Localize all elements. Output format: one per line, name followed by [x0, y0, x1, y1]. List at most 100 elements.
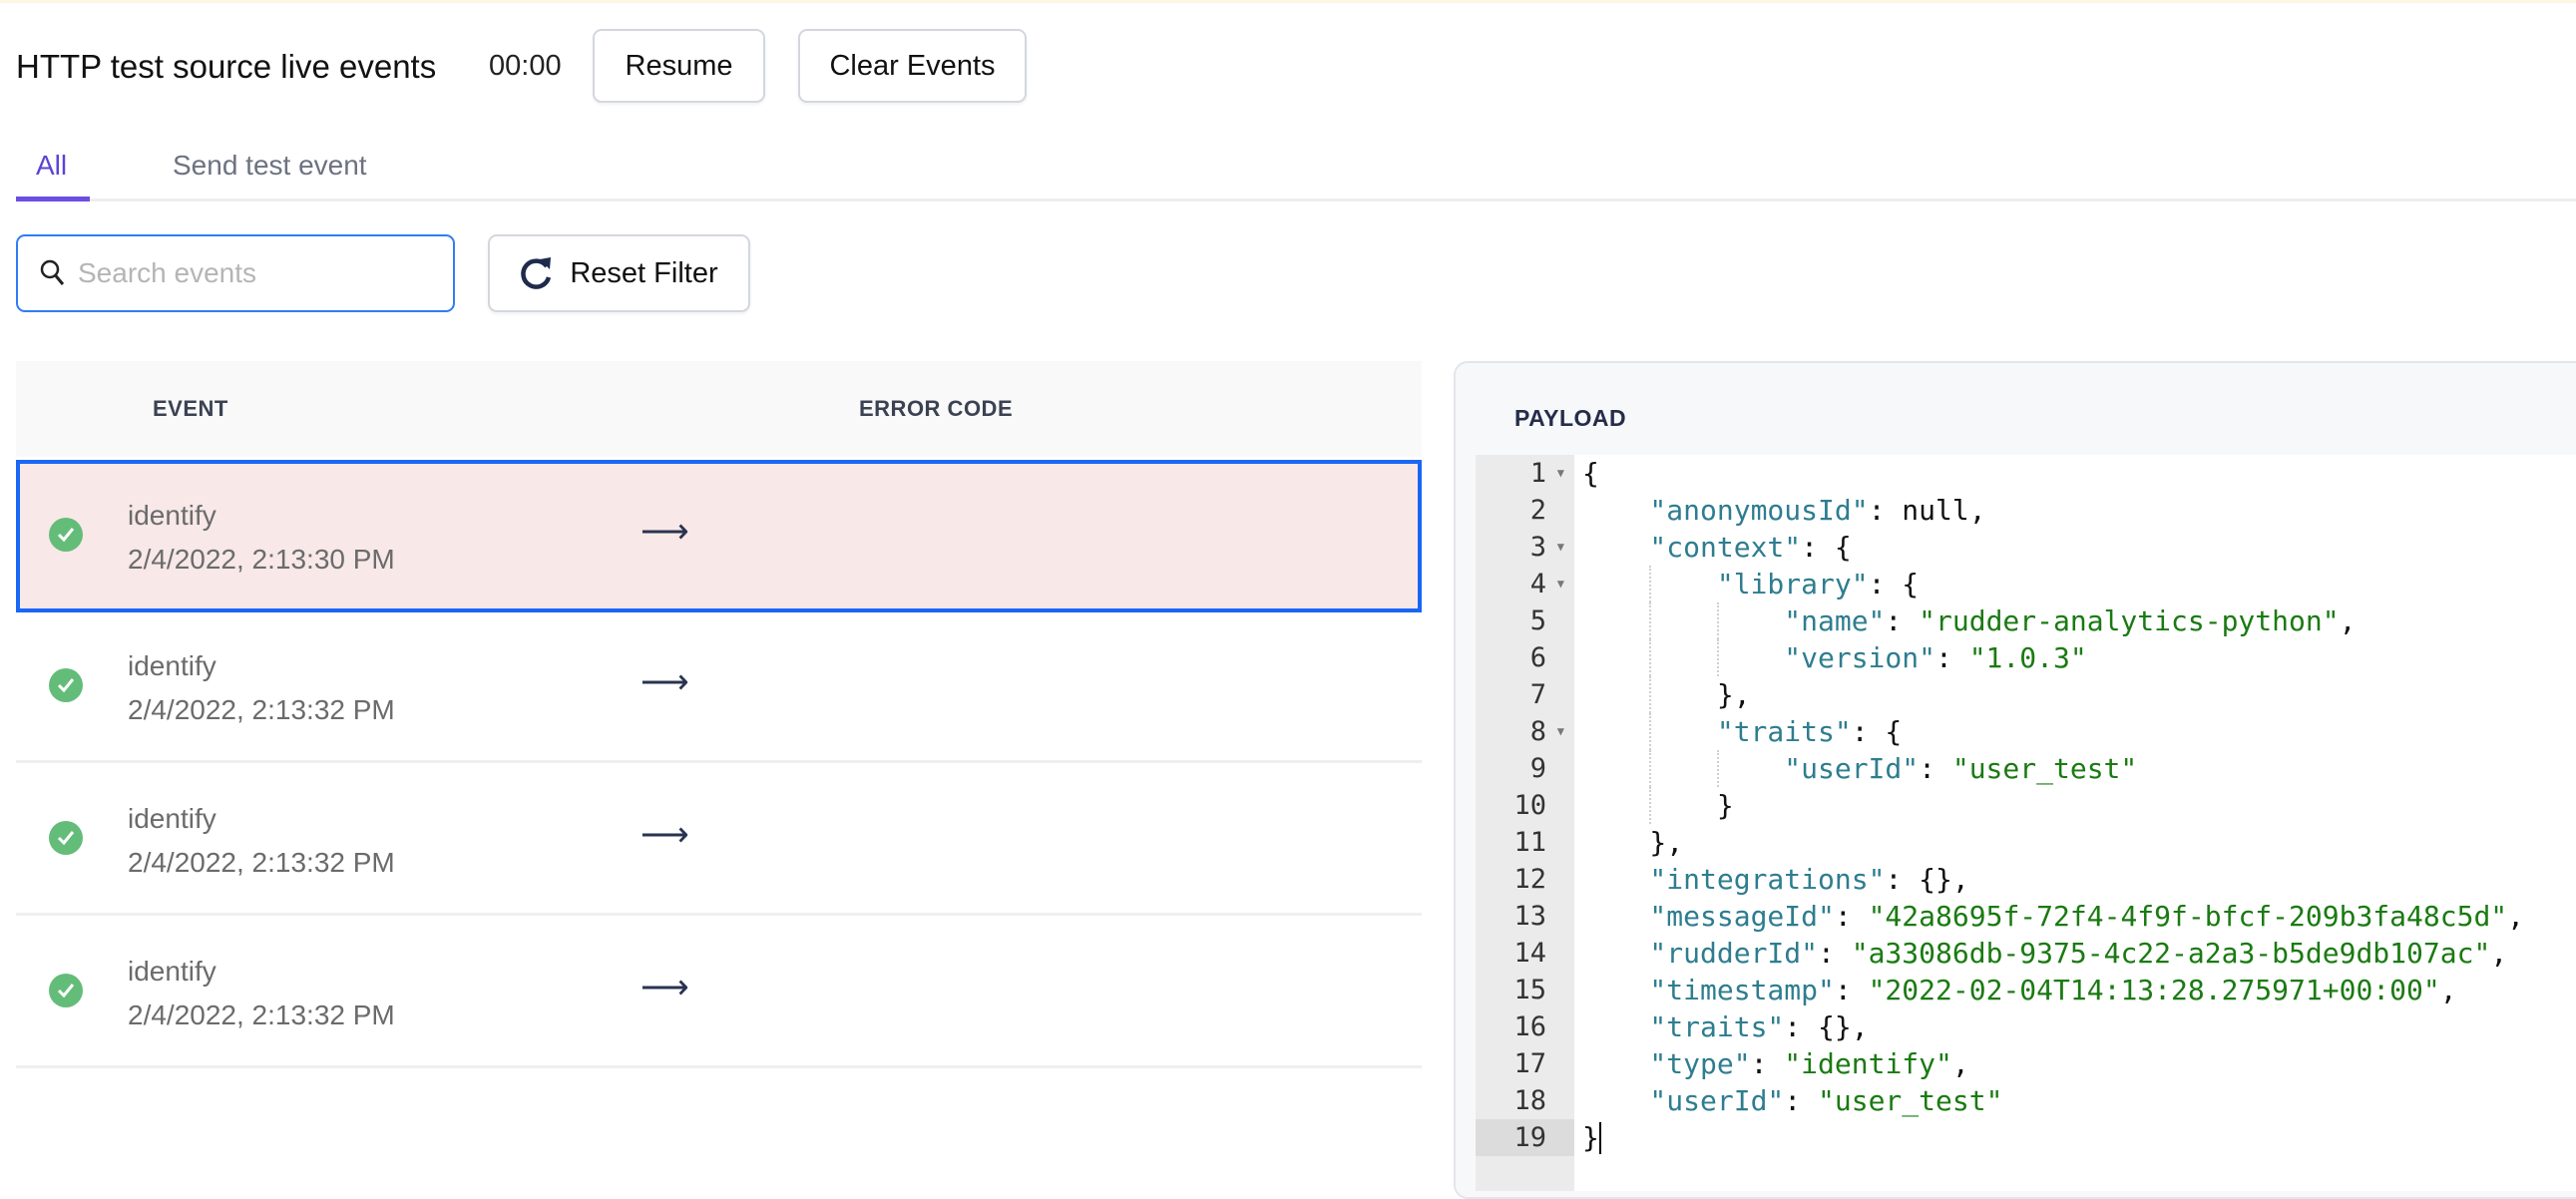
line-number: 19: [1476, 1119, 1574, 1156]
table-row[interactable]: identify 2/4/2022, 2:13:32 PM ⟶: [16, 916, 1422, 1068]
indent-guide: [1582, 861, 1649, 898]
indent-guide: [1649, 676, 1716, 713]
json-string: "42a8695f-72f4-4f9f-bfcf-209b3fa48c5d": [1868, 900, 2508, 933]
json-punctuation: :: [1934, 641, 1969, 674]
table-row[interactable]: identify 2/4/2022, 2:13:32 PM ⟶: [16, 763, 1422, 916]
json-string: "user_test": [1951, 752, 2138, 785]
event-timestamp: 2/4/2022, 2:13:32 PM: [128, 694, 395, 725]
arrow-right-icon[interactable]: ⟶: [641, 815, 689, 855]
indent-guide: [1582, 824, 1649, 861]
fold-caret-icon[interactable]: ▼: [1557, 713, 1564, 750]
json-punctuation: ,: [2439, 974, 2457, 1006]
json-key: "context": [1649, 531, 1802, 564]
table-row[interactable]: identify 2/4/2022, 2:13:30 PM ⟶: [16, 460, 1422, 612]
check-circle-icon: [49, 518, 83, 552]
line-number-text: 18: [1513, 1085, 1546, 1116]
line-number: 13: [1476, 898, 1574, 935]
indent-guide: [1649, 713, 1716, 750]
fold-caret-icon[interactable]: ▼: [1557, 455, 1564, 492]
code-line: "messageId": "42a8695f-72f4-4f9f-bfcf-20…: [1582, 898, 2524, 935]
resume-button[interactable]: Resume: [593, 29, 765, 103]
event-name: identify: [128, 650, 216, 681]
line-number-text: 1: [1529, 458, 1546, 489]
top-banner-line: [0, 0, 2576, 3]
line-number: 9: [1476, 750, 1574, 787]
event-timestamp: 2/4/2022, 2:13:32 PM: [128, 999, 395, 1030]
code-line: "traits": {: [1582, 713, 2524, 750]
json-key: "timestamp": [1649, 974, 1835, 1006]
code-line: "name": "rudder-analytics-python",: [1582, 602, 2524, 639]
arrow-right-icon[interactable]: ⟶: [641, 662, 689, 702]
json-punctuation: : {: [1868, 568, 1920, 600]
json-punctuation: ,: [1951, 1047, 1969, 1080]
tab-all[interactable]: All: [36, 150, 67, 182]
code-line: "integrations": {},: [1582, 861, 2524, 898]
fold-caret-icon[interactable]: ▼: [1557, 566, 1564, 602]
line-number-text: 13: [1513, 901, 1546, 932]
search-input[interactable]: [78, 257, 437, 289]
code-content[interactable]: {"anonymousId": null, "context": {"librar…: [1582, 455, 2524, 1156]
indent-guide: [1716, 750, 1784, 787]
line-number-text: 4: [1529, 569, 1546, 600]
code-line: },: [1582, 824, 2524, 861]
json-punctuation: : {: [1801, 531, 1852, 564]
code-line: }: [1582, 1119, 2524, 1156]
indent-guide: [1649, 566, 1716, 602]
json-punctuation: }: [1716, 789, 1734, 822]
json-punctuation: :: [1919, 752, 1952, 785]
line-number-text: 17: [1513, 1048, 1546, 1079]
json-editor[interactable]: 1 ▼ 2 3 ▼ 4 ▼ 5 6 7 8 ▼ 9 10 11 12 13 14 15 16 17 18 19 {"anon…: [1476, 455, 2576, 1191]
line-number: 16: [1476, 1008, 1574, 1045]
line-number: 17: [1476, 1045, 1574, 1082]
line-number-text: 14: [1513, 938, 1546, 969]
line-number-text: 7: [1529, 679, 1546, 710]
line-number-text: 5: [1529, 605, 1546, 636]
json-string: "rudder-analytics-python": [1919, 604, 2340, 637]
arrow-right-icon[interactable]: ⟶: [641, 968, 689, 1007]
active-tab-indicator: [16, 197, 90, 201]
json-string: "1.0.3": [1968, 641, 2087, 674]
page-title: HTTP test source live events: [16, 48, 437, 85]
json-key: "anonymousId": [1649, 494, 1869, 527]
line-number: 10: [1476, 787, 1574, 824]
text-cursor: [1598, 1122, 1601, 1154]
indent-guide: [1582, 972, 1649, 1008]
clear-events-button[interactable]: Clear Events: [798, 29, 1027, 103]
search-box[interactable]: [16, 234, 455, 312]
reset-filter-label: Reset Filter: [570, 256, 718, 289]
indent-guide: [1649, 787, 1716, 824]
line-number-text: 19: [1513, 1122, 1546, 1153]
event-name: identify: [128, 803, 216, 834]
json-punctuation: {: [1582, 457, 1599, 490]
json-punctuation: }: [1582, 1121, 1599, 1154]
json-punctuation: :: [1885, 604, 1920, 637]
line-number: 2: [1476, 492, 1574, 529]
line-number: 4 ▼: [1476, 566, 1574, 602]
indent-guide: [1582, 676, 1649, 713]
json-punctuation: ,: [2507, 900, 2525, 933]
refresh-icon: [521, 257, 552, 289]
json-key: "rudderId": [1649, 937, 1818, 970]
fold-caret-icon[interactable]: ▼: [1557, 529, 1564, 566]
event-name: identify: [128, 500, 216, 531]
line-number-text: 6: [1529, 642, 1546, 673]
indent-guide: [1649, 750, 1716, 787]
reset-filter-button[interactable]: Reset Filter: [488, 234, 750, 312]
code-line: {: [1582, 455, 2524, 492]
line-number: 18: [1476, 1082, 1574, 1119]
timer: 00:00: [489, 50, 562, 82]
arrow-right-icon[interactable]: ⟶: [641, 512, 689, 552]
line-number: 8 ▼: [1476, 713, 1574, 750]
json-key: "messageId": [1649, 900, 1835, 933]
table-row[interactable]: identify 2/4/2022, 2:13:32 PM ⟶: [16, 610, 1422, 763]
check-circle-icon: [49, 668, 83, 702]
event-name: identify: [128, 956, 216, 987]
line-number-text: 15: [1513, 975, 1546, 1005]
json-punctuation: :: [1834, 974, 1869, 1006]
indent-guide: [1582, 898, 1649, 935]
code-line: },: [1582, 676, 2524, 713]
tab-send-test-event[interactable]: Send test event: [173, 150, 367, 182]
json-string: "user_test": [1818, 1084, 2003, 1117]
json-punctuation: ,: [2490, 937, 2508, 970]
json-key: "library": [1716, 568, 1869, 600]
